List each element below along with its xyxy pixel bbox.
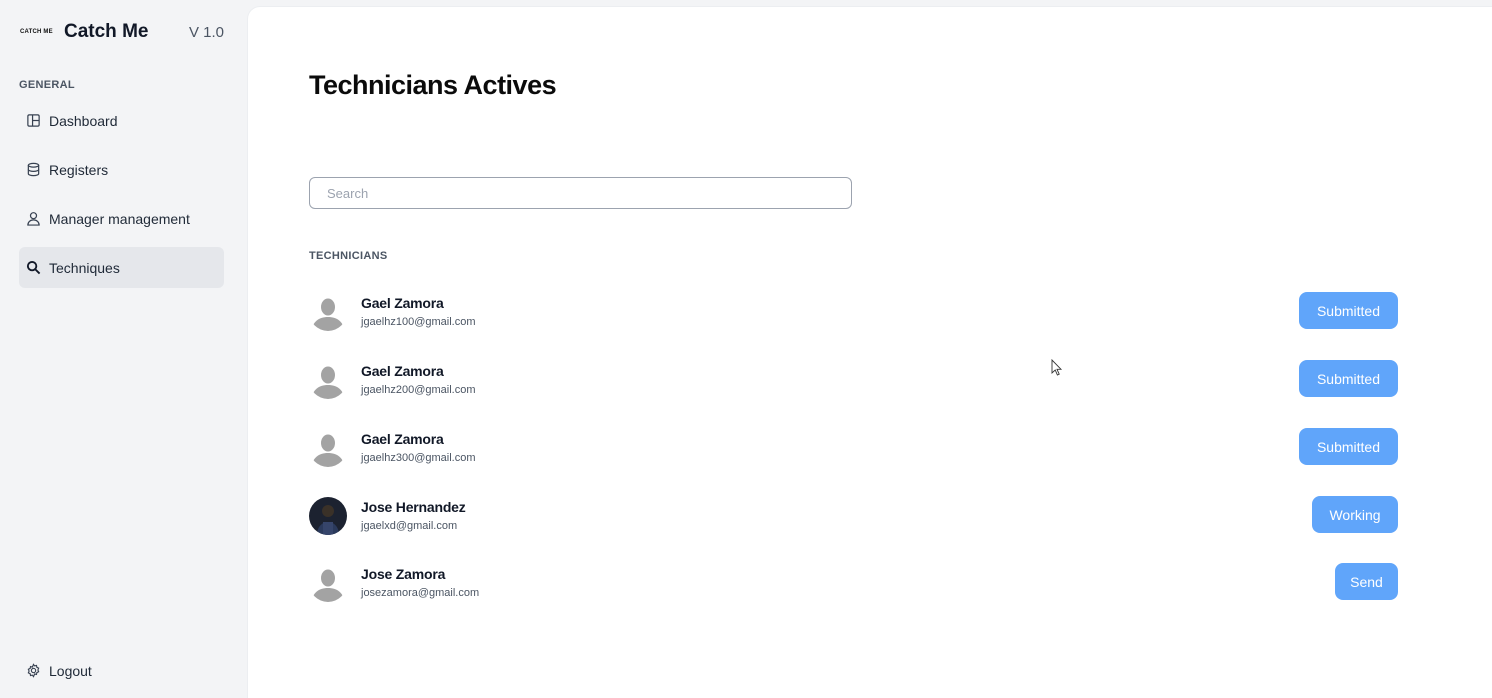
technician-name: Gael Zamora <box>361 431 444 447</box>
avatar <box>309 497 347 535</box>
brand-header: CATCH ME Catch Me V 1.0 <box>20 20 226 44</box>
app-window: CATCH ME Catch Me V 1.0 GENERAL Dashboar… <box>0 0 1492 698</box>
status-button[interactable]: Submitted <box>1299 292 1398 329</box>
status-button[interactable]: Send <box>1335 563 1398 600</box>
status-button[interactable]: Submitted <box>1299 360 1398 397</box>
sidebar-item-techniques[interactable]: Techniques <box>19 247 224 288</box>
brand-name: Catch Me <box>64 21 149 42</box>
avatar <box>309 361 347 399</box>
logout-label: Logout <box>49 662 92 679</box>
main-panel: Technicians Actives TECHNICIANS Gael Zam… <box>248 7 1492 698</box>
list-item: Gael Zamora jgaelhz200@gmail.com Submitt… <box>309 359 1398 401</box>
sidebar-item-label: Techniques <box>49 259 120 276</box>
sidebar-item-registers[interactable]: Registers <box>19 149 224 190</box>
list-item: Gael Zamora jgaelhz100@gmail.com Submitt… <box>309 291 1398 333</box>
technician-email: jgaelxd@gmail.com <box>361 520 458 532</box>
sidebar-item-label: Registers <box>49 161 109 178</box>
sidebar-item-manager-management[interactable]: Manager management <box>19 198 224 239</box>
technicians-list-label: TECHNICIANS <box>309 250 388 262</box>
technician-name: Jose Hernandez <box>361 499 466 515</box>
avatar <box>309 564 347 602</box>
status-button[interactable]: Working <box>1312 496 1398 533</box>
technician-name: Gael Zamora <box>361 363 444 379</box>
technician-email: jgaelhz200@gmail.com <box>361 384 476 396</box>
avatar <box>309 293 347 331</box>
logout-button[interactable]: Logout <box>19 650 224 691</box>
gear-icon <box>26 663 41 678</box>
list-item: Jose Hernandez jgaelxd@gmail.com Working <box>309 495 1398 537</box>
sidebar-section-label: GENERAL <box>19 79 75 91</box>
search-input[interactable] <box>309 177 852 209</box>
database-icon <box>26 162 41 177</box>
sidebar-item-label: Dashboard <box>49 112 118 129</box>
layout-icon <box>26 113 41 128</box>
avatar <box>309 429 347 467</box>
user-icon <box>26 211 41 226</box>
brand-logo: CATCH ME <box>20 29 53 35</box>
technician-name: Jose Zamora <box>361 566 446 582</box>
technician-email: jgaelhz100@gmail.com <box>361 316 476 328</box>
search-icon <box>26 260 41 275</box>
sidebar-item-dashboard[interactable]: Dashboard <box>19 100 224 141</box>
page-title: Technicians Actives <box>309 70 557 100</box>
sidebar-item-label: Manager management <box>49 210 190 227</box>
technician-email: jgaelhz300@gmail.com <box>361 452 476 464</box>
mouse-cursor-icon <box>1051 358 1063 376</box>
list-item: Gael Zamora jgaelhz300@gmail.com Submitt… <box>309 427 1398 469</box>
status-button[interactable]: Submitted <box>1299 428 1398 465</box>
list-item: Jose Zamora josezamora@gmail.com Send <box>309 562 1398 604</box>
version-label: V 1.0 <box>188 23 224 41</box>
technician-email: josezamora@gmail.com <box>361 587 480 599</box>
sidebar: CATCH ME Catch Me V 1.0 GENERAL Dashboar… <box>0 0 248 698</box>
technician-name: Gael Zamora <box>361 295 444 311</box>
